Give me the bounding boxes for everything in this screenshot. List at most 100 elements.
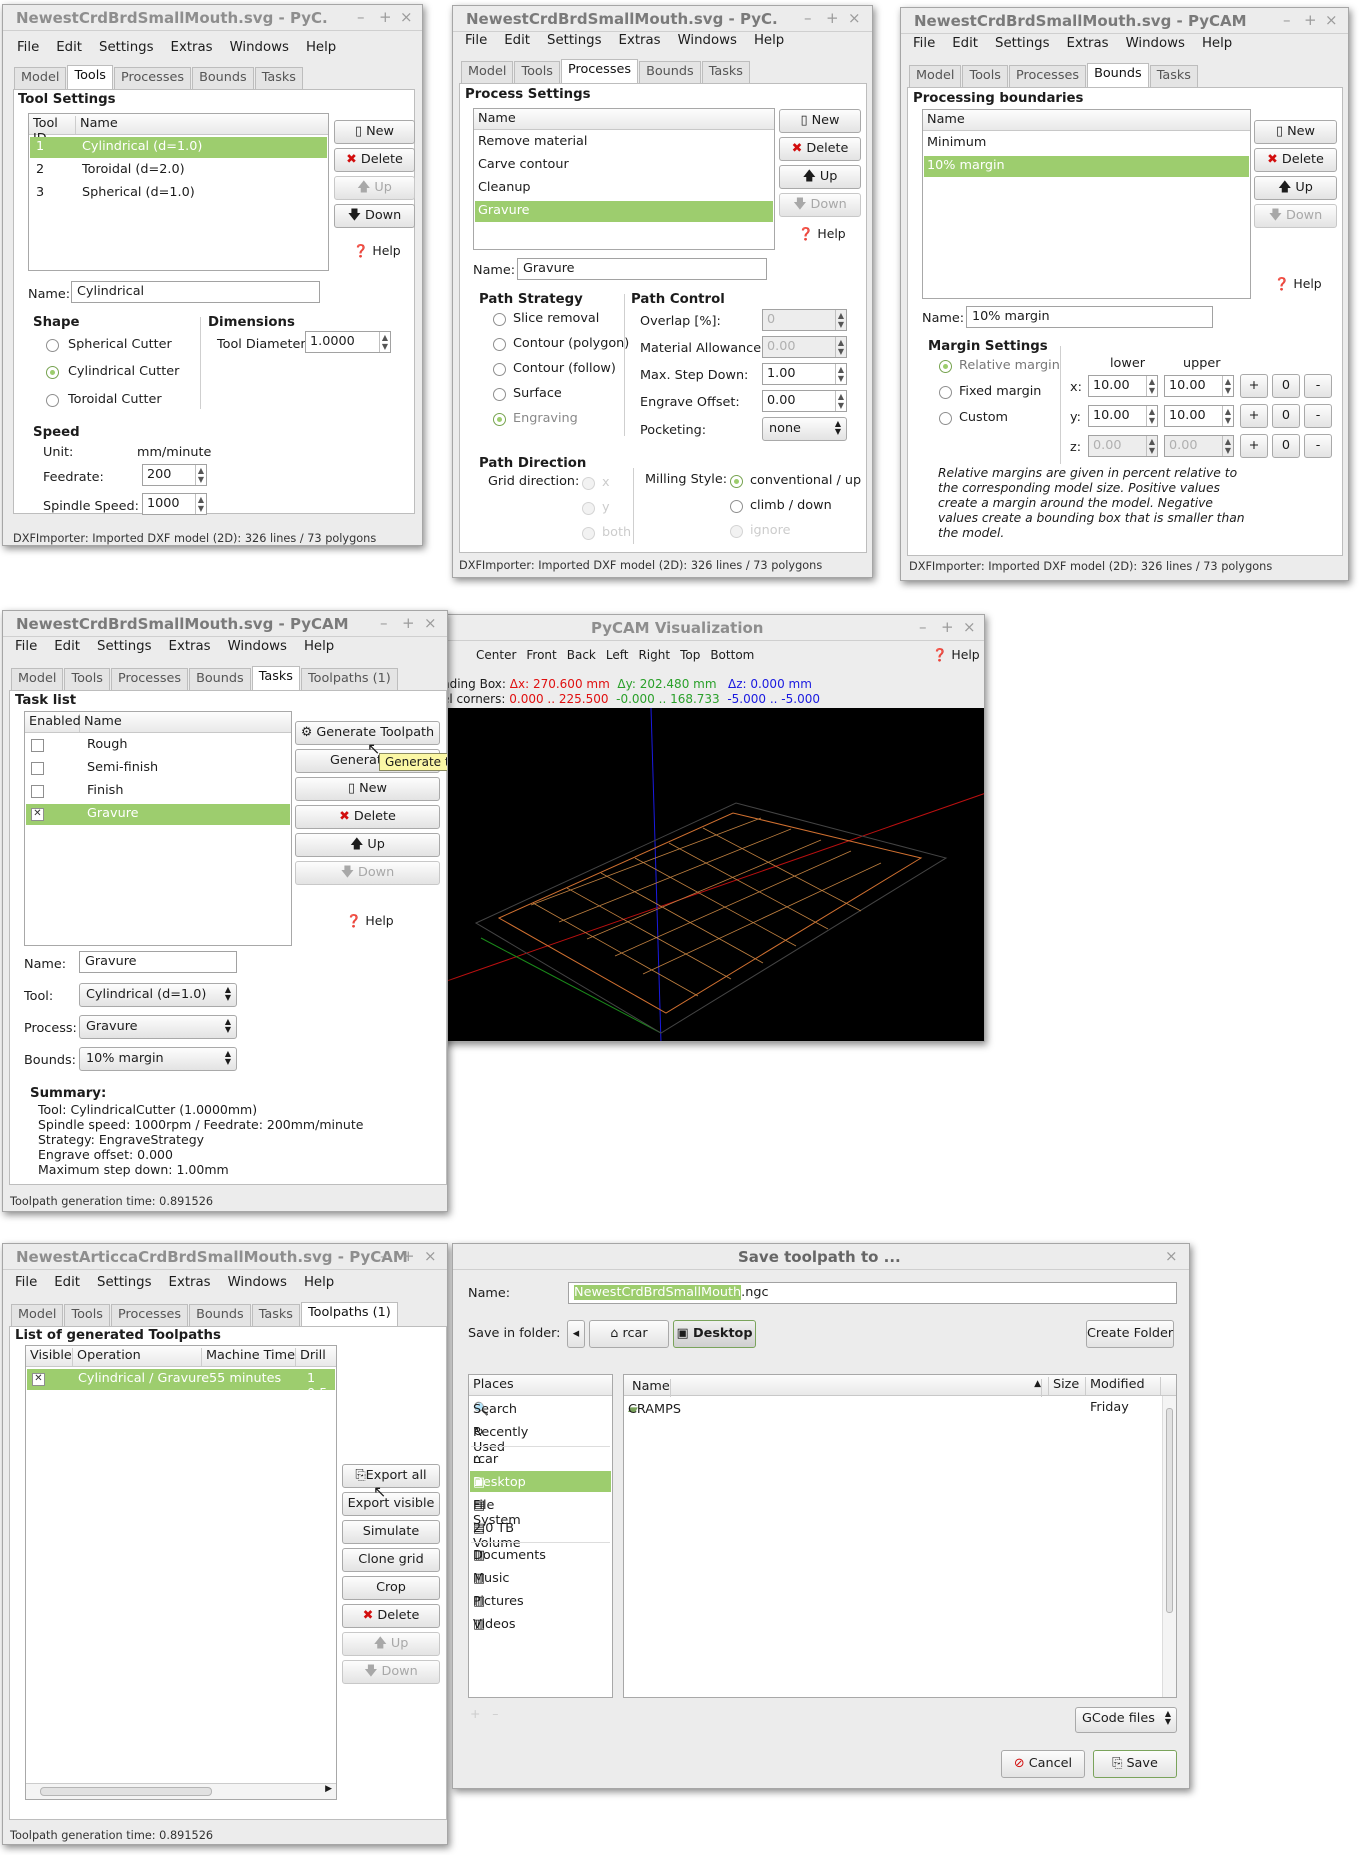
file-list[interactable]: Name ▲ Size Modified ▰ CRAMPS Friday xyxy=(623,1374,1177,1698)
ignore-radio[interactable] xyxy=(730,525,743,538)
tab-tasks[interactable]: Tasks xyxy=(701,61,750,83)
feedrate-spinner[interactable]: 200 ▲ ▼ xyxy=(142,464,207,486)
save-button[interactable]: ⎘ Save xyxy=(1093,1750,1177,1778)
list-item[interactable]: Minimum xyxy=(924,133,1249,154)
view-front-button[interactable]: Front xyxy=(526,648,556,662)
conventional-radio[interactable] xyxy=(730,475,743,488)
list-item[interactable]: Gravure xyxy=(475,201,773,222)
new-button[interactable]: ▯ New xyxy=(334,120,415,144)
view-center-button[interactable]: Center xyxy=(476,648,516,662)
list-item[interactable]: ▰ CRAMPS Friday xyxy=(625,1398,1175,1419)
custom-radio[interactable] xyxy=(939,412,952,425)
name-field[interactable]: Gravure xyxy=(79,951,237,973)
enabled-checkbox[interactable]: ✕ xyxy=(31,808,44,821)
title-bar[interactable]: PyCAM Visualization – + × xyxy=(441,615,984,641)
menu-file[interactable]: File xyxy=(15,639,37,654)
maximize-icon[interactable]: + xyxy=(826,9,839,27)
step-down-spinner[interactable]: 1.00 ▲ ▼ xyxy=(762,363,847,385)
menu-help[interactable]: Help xyxy=(304,1275,334,1290)
spin-arrows-icon[interactable]: ▲ ▼ xyxy=(195,465,206,485)
tab-processes[interactable]: Processes xyxy=(1008,65,1087,87)
col-visible[interactable]: Visible xyxy=(26,1348,73,1366)
tab-tools[interactable]: Tools xyxy=(514,61,560,83)
create-folder-button[interactable]: Create Folder xyxy=(1086,1320,1174,1348)
new-button[interactable]: ▯ New xyxy=(779,109,861,133)
up-button[interactable]: 🡅 Up xyxy=(1254,176,1337,200)
place-search[interactable]: 🔍 Search xyxy=(470,1398,611,1419)
spin-arrows-icon[interactable]: ▲ ▼ xyxy=(835,337,846,357)
menu-extras[interactable]: Extras xyxy=(171,40,213,55)
tab-tasks[interactable]: Tasks xyxy=(1149,65,1198,87)
y-plus-button[interactable]: + xyxy=(1240,404,1268,428)
tool-list[interactable]: Tool IDName 1Cylindrical (d=1.0) 2Toroid… xyxy=(28,113,329,271)
place-documents[interactable]: ▥ Documents xyxy=(470,1544,611,1565)
view-left-button[interactable]: Left xyxy=(606,648,629,662)
name-field[interactable]: 10% margin xyxy=(966,306,1213,328)
title-bar[interactable]: NewestCrdBrdSmallMouth.svg - PyCAM – + × xyxy=(3,611,447,637)
cancel-button[interactable]: ⊘ Cancel xyxy=(1001,1750,1085,1778)
col-modified[interactable]: Modified xyxy=(1086,1377,1161,1395)
grid-y-radio[interactable] xyxy=(582,502,595,515)
close-icon[interactable]: × xyxy=(963,618,976,636)
menu-file[interactable]: File xyxy=(913,36,935,51)
menu-windows[interactable]: Windows xyxy=(678,33,737,48)
view-bottom-button[interactable]: Bottom xyxy=(710,648,754,662)
export-all-button[interactable]: ⎘Export all xyxy=(342,1464,440,1488)
maximize-icon[interactable]: + xyxy=(941,618,954,636)
tab-model[interactable]: Model xyxy=(11,668,64,690)
help-link[interactable]: ❓ Help xyxy=(932,647,980,663)
minimize-icon[interactable]: – xyxy=(804,9,812,27)
x-zero-button[interactable]: 0 xyxy=(1272,374,1300,398)
menu-settings[interactable]: Settings xyxy=(97,1275,152,1290)
menu-extras[interactable]: Extras xyxy=(1067,36,1109,51)
menu-extras[interactable]: Extras xyxy=(169,639,211,654)
climb-radio[interactable] xyxy=(730,500,743,513)
tab-bounds[interactable]: Bounds xyxy=(189,1304,251,1326)
col-name[interactable]: Name xyxy=(474,111,774,129)
z-plus-button[interactable]: + xyxy=(1240,434,1268,458)
delete-button[interactable]: ✖ Delete xyxy=(334,148,415,172)
down-button[interactable]: 🡇 Down xyxy=(1254,204,1337,228)
menu-edit[interactable]: Edit xyxy=(56,40,82,55)
table-row[interactable]: 2 Toroidal (d=2.0) xyxy=(30,160,327,181)
menu-windows[interactable]: Windows xyxy=(228,639,287,654)
new-button[interactable]: ▯ New xyxy=(1254,120,1337,144)
y-zero-button[interactable]: 0 xyxy=(1272,404,1300,428)
menu-edit[interactable]: Edit xyxy=(54,1275,80,1290)
horizontal-scrollbar[interactable]: ▶ xyxy=(26,1783,336,1799)
down-button[interactable]: 🡇 Down xyxy=(342,1660,440,1684)
place-recent[interactable]: ↻ Recently Used xyxy=(470,1421,611,1455)
enabled-checkbox[interactable] xyxy=(31,785,44,798)
spindle-spinner[interactable]: 1000 ▲ ▼ xyxy=(142,493,207,515)
task-list[interactable]: Enabled Name Rough Semi-finish Finish ✕ Gr… xyxy=(24,711,292,946)
name-field[interactable]: Gravure xyxy=(517,258,767,280)
add-remove-place[interactable]: + – xyxy=(470,1706,498,1721)
menu-windows[interactable]: Windows xyxy=(1126,36,1185,51)
x-lower-spinner[interactable]: 10.00 ▲ ▼ xyxy=(1088,375,1158,397)
col-machine-time[interactable]: Machine Time xyxy=(202,1348,296,1366)
col-name[interactable]: Name xyxy=(923,112,1250,130)
col-name[interactable]: Name xyxy=(76,116,328,134)
close-icon[interactable]: × xyxy=(1165,1247,1178,1265)
spin-arrows-icon[interactable]: ▲ ▼ xyxy=(379,332,390,352)
tab-processes[interactable]: Processes xyxy=(110,1304,189,1326)
help-link[interactable]: ❓ Help xyxy=(346,913,394,929)
col-name[interactable]: Name ▲ xyxy=(624,1377,1049,1397)
minimize-icon[interactable]: – xyxy=(919,618,927,636)
contour-follow-radio[interactable] xyxy=(493,363,506,376)
toroidal-radio[interactable] xyxy=(46,394,59,407)
scroll-right-icon[interactable]: ▶ xyxy=(325,1784,332,1794)
table-row[interactable]: Rough xyxy=(26,735,290,756)
tab-tasks[interactable]: Tasks xyxy=(251,1304,300,1326)
menu-file[interactable]: File xyxy=(465,33,487,48)
tab-tools[interactable]: Tools xyxy=(962,65,1008,87)
place-volume[interactable]: ▤ 2.0 TB Volume xyxy=(470,1517,611,1551)
tab-model[interactable]: Model xyxy=(11,1304,64,1326)
tab-toolpaths[interactable]: Toolpaths (1) xyxy=(300,1302,398,1326)
menu-edit[interactable]: Edit xyxy=(54,639,80,654)
minimize-icon[interactable]: – xyxy=(357,8,365,26)
breadcrumb-rcar[interactable]: ⌂ rcar xyxy=(589,1320,669,1348)
menu-file[interactable]: File xyxy=(17,40,39,55)
up-button[interactable]: 🡅 Up xyxy=(779,165,861,189)
tab-bounds[interactable]: Bounds xyxy=(192,67,254,89)
